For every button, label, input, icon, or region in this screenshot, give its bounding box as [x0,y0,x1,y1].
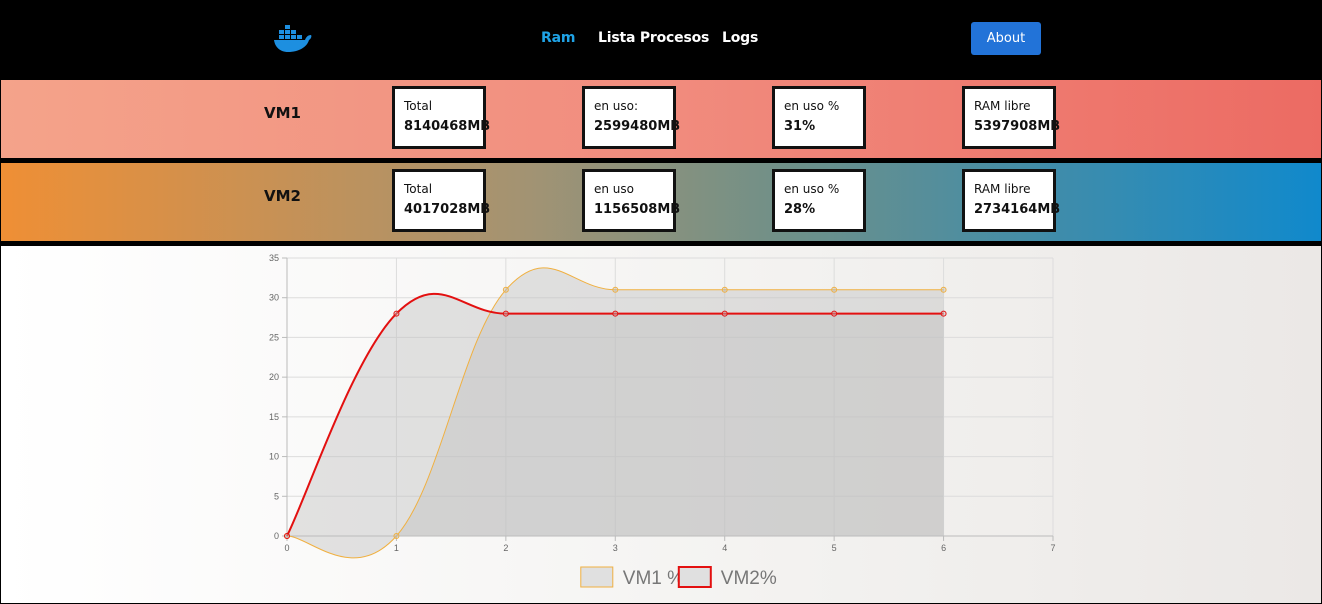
y-tick-label: 10 [269,452,279,462]
series-1-point [940,286,947,293]
series-2-point [612,310,619,317]
stat-label: en uso: [594,99,639,113]
x-tick-label: 4 [722,543,727,553]
stat-value: 28% [784,202,816,217]
stat-value: 2734164MB [974,202,1061,217]
series-2-point [284,533,290,539]
x-tick-label: 1 [394,543,399,553]
series-2-point [831,310,838,317]
legend-label: VM2% [721,568,777,589]
nav-link-lista-procesos[interactable]: Lista Procesos [598,30,709,46]
stat-value: 4017028MB [404,202,491,217]
y-tick-label: 30 [269,293,279,303]
nav-link-ram[interactable]: Ram [541,30,575,46]
stat-label: RAM libre [974,182,1031,196]
series-2-area [287,293,944,536]
x-tick-label: 2 [503,543,508,553]
legend-swatch [677,566,712,588]
stat-label: en uso [594,182,635,196]
x-tick-label: 3 [613,543,618,553]
x-tick-label: 7 [1050,543,1055,553]
about-button[interactable]: About [971,22,1041,55]
in-use-percent-card: en uso % 31% [772,86,866,149]
nav-link-logs[interactable]: Logs [722,30,758,46]
docker-whale-icon[interactable] [272,22,314,54]
free-ram-card: RAM libre 2734164MB [962,169,1060,232]
stat-label: Total [404,99,433,113]
series-1-point [612,286,619,293]
series-2-point [502,310,509,317]
x-tick-label: 5 [832,543,837,553]
stat-value: 31% [784,119,816,134]
stat-value: 5397908MB [974,119,1061,134]
series-1-point [393,533,400,539]
y-tick-label: 0 [274,531,279,541]
y-tick-label: 15 [269,412,279,422]
in-use-card: en uso 1156508MB [582,169,680,232]
series-1-point [831,286,838,293]
ram-usage-chart: 0 5 10 15 20 25 30 35 0 1 2 3 4 5 6 7 VM1 % VM2% [1,246,1321,603]
x-tick-label: 0 [284,543,289,553]
total-card: Total 4017028MB [392,169,490,232]
total-card: Total 8140468MB [392,86,490,149]
navbar: Ram Lista Procesos Logs About [0,0,1322,78]
vm1-stats-row: VM1 Total 8140468MB en uso: 2599480MB en… [0,79,1322,159]
line-chart: 0 5 10 15 20 25 30 35 0 1 2 3 4 5 6 7 VM1 % VM2% [269,253,1056,589]
series-1-point [721,286,728,293]
series-2-point [721,310,728,317]
series-1-point [502,286,509,293]
series-2-point [940,310,947,317]
vm2-stats-row: VM2 Total 4017028MB en uso 1156508MB en … [0,162,1322,242]
in-use-percent-card: en uso % 28% [772,169,866,232]
vm-name: VM2 [264,187,301,205]
x-tick-label: 6 [941,543,946,553]
in-use-card: en uso: 2599480MB [582,86,680,149]
legend-label: VM1 % [623,568,684,589]
series-2-point [393,310,400,317]
y-tick-label: 25 [269,332,279,342]
stat-label: en uso % [784,182,840,196]
y-tick-label: 35 [269,253,279,263]
vm-name: VM1 [264,104,301,122]
stat-value: 1156508MB [594,202,681,217]
free-ram-card: RAM libre 5397908MB [962,86,1060,149]
stat-label: en uso % [784,99,840,113]
y-tick-label: 20 [269,372,279,382]
stat-value: 8140468MB [404,119,491,134]
stat-label: RAM libre [974,99,1031,113]
legend-swatch [580,566,614,588]
y-tick-label: 5 [274,491,279,501]
stat-label: Total [404,182,433,196]
stat-value: 2599480MB [594,119,681,134]
